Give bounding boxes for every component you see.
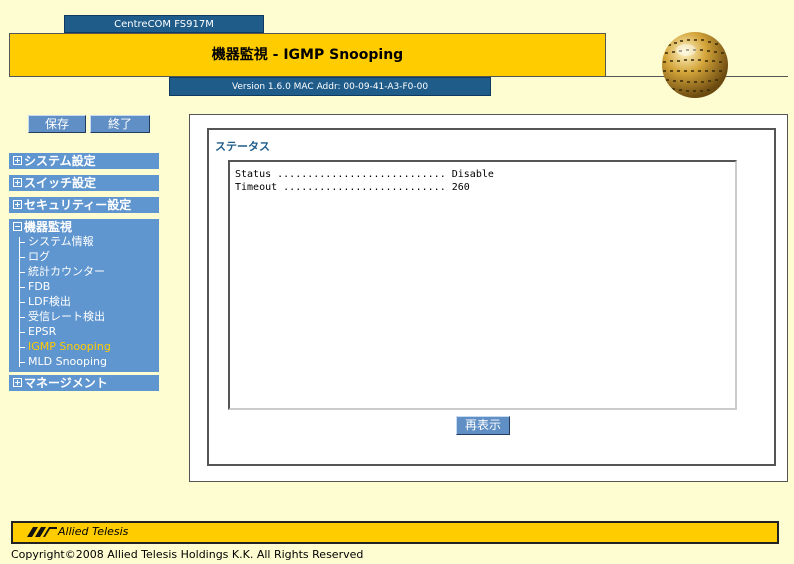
sidebar-item-label: EPSR	[28, 325, 57, 338]
sidebar-item-mld-snooping[interactable]: MLD Snooping	[19, 354, 107, 369]
sidebar-item-label: MLD Snooping	[28, 355, 107, 368]
status-heading: ステータス	[215, 140, 270, 153]
sidebar-section-system[interactable]: システム設定	[9, 153, 159, 169]
sidebar-item-label: システム情報	[28, 235, 94, 248]
sidebar-section-label: セキュリティー設定	[24, 198, 132, 212]
save-button[interactable]: 保存	[28, 115, 86, 133]
sidebar-item-label: FDB	[28, 280, 51, 293]
sidebar-item-label: 受信レート検出	[28, 310, 105, 323]
sidebar-item-ldf-detect[interactable]: LDF検出	[19, 294, 71, 309]
page-title: 機器監視 - IGMP Snooping	[9, 33, 606, 77]
sidebar-item-epsr[interactable]: EPSR	[19, 324, 56, 339]
sidebar-section-monitor[interactable]: 機器監視	[9, 219, 159, 235]
sidebar-section-label: スイッチ設定	[24, 176, 97, 190]
expand-icon	[13, 178, 22, 187]
status-line-status: Status ............................ Disa…	[235, 169, 494, 180]
sidebar-item-igmp-snooping[interactable]: IGMP Snooping	[19, 339, 111, 354]
expand-icon	[13, 200, 22, 209]
sidebar-section-label: マネージメント	[24, 376, 108, 390]
sidebar-section-management[interactable]: マネージメント	[9, 375, 159, 391]
version-info: Version 1.6.0 MAC Addr: 00-09-41-A3-F0-0…	[169, 77, 491, 96]
sidebar-item-label: 統計カウンター	[28, 265, 105, 278]
status-line-timeout: Timeout ........................... 260	[235, 182, 470, 193]
sidebar-section-label: システム設定	[24, 154, 96, 168]
sidebar-section-label: 機器監視	[24, 220, 73, 234]
expand-icon	[13, 378, 22, 387]
sidebar-item-log[interactable]: ログ	[19, 249, 50, 264]
globe-logo-icon	[662, 32, 728, 98]
sidebar-section-security[interactable]: セキュリティー設定	[9, 197, 159, 213]
sidebar-item-rx-rate-detect[interactable]: 受信レート検出	[19, 309, 105, 324]
expand-icon	[13, 156, 22, 165]
refresh-button[interactable]: 再表示	[456, 416, 510, 435]
brand-name: Allied Telesis	[58, 525, 129, 538]
sidebar-item-fdb[interactable]: FDB	[19, 279, 50, 294]
model-name-tab: CentreCOM FS917M	[64, 15, 264, 33]
sidebar-section-switch[interactable]: スイッチ設定	[9, 175, 159, 191]
sidebar-item-stats-counter[interactable]: 統計カウンター	[19, 264, 105, 279]
status-output-box	[228, 160, 737, 410]
sidebar-item-label: LDF検出	[28, 295, 71, 308]
sidebar-item-label: ログ	[28, 250, 50, 263]
exit-button[interactable]: 終了	[90, 115, 150, 133]
allied-telesis-logo-icon	[27, 527, 57, 537]
collapse-icon	[13, 222, 22, 231]
copyright-text: Copyright©2008 Allied Telesis Holdings K…	[11, 548, 364, 561]
sidebar-item-system-info[interactable]: システム情報	[19, 234, 94, 249]
sidebar-item-label: IGMP Snooping	[28, 340, 111, 353]
